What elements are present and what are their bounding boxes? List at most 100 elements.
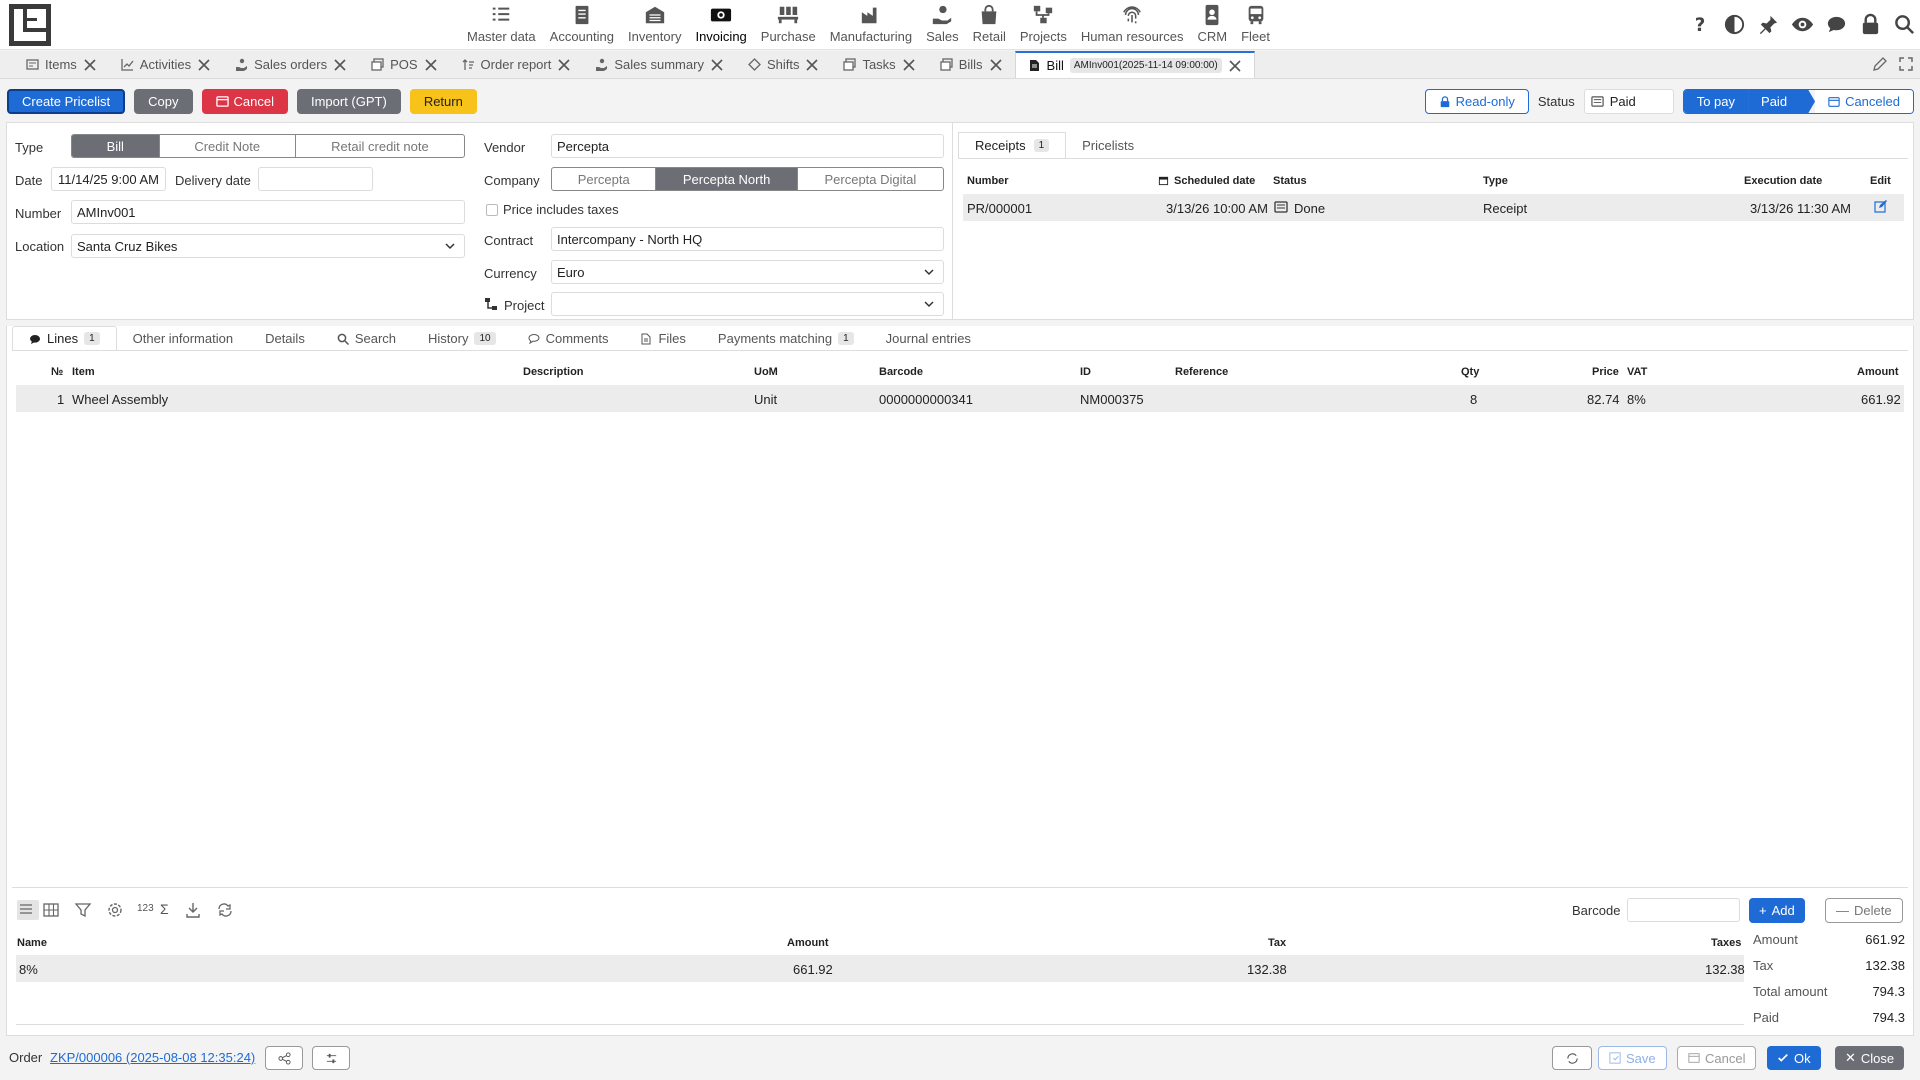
read-only-button[interactable]: Read-only	[1424, 89, 1529, 114]
date-input[interactable]: 11/14/25 9:00 AM	[51, 167, 166, 191]
contract-input[interactable]: Intercompany - North HQ	[551, 227, 944, 251]
type-option-retail-credit-note[interactable]: Retail credit note	[296, 135, 464, 157]
tab-label: Sales summary	[614, 57, 704, 72]
gear-icon[interactable]	[106, 901, 124, 919]
close-tab-icon[interactable]	[805, 58, 819, 72]
add-button[interactable]: + Add	[1749, 898, 1805, 923]
company-option-percepta-north[interactable]: Percepta North	[656, 168, 798, 190]
close-tab-icon[interactable]	[902, 58, 916, 72]
close-tab-icon[interactable]	[1228, 59, 1242, 73]
flow-paid[interactable]: Paid	[1748, 90, 1816, 113]
pin-icon[interactable]	[1757, 13, 1780, 36]
vendor-input[interactable]: Percepta	[551, 134, 944, 158]
delete-button[interactable]: — Delete	[1825, 898, 1903, 923]
tab-history[interactable]: History 10	[412, 326, 512, 351]
chat-icon[interactable]	[1825, 13, 1848, 36]
tab-activities[interactable]: Activities	[109, 51, 223, 78]
create-pricelist-button[interactable]: Create Pricelist	[7, 89, 126, 114]
list-view-icon[interactable]	[17, 900, 39, 920]
company-option-percepta[interactable]: Percepta	[552, 168, 657, 190]
module-human-resources[interactable]: Human resources	[1074, 0, 1191, 50]
tab-items[interactable]: Items	[14, 51, 109, 78]
number-format-toggle[interactable]: 123	[137, 903, 154, 914]
contrast-icon[interactable]	[1723, 13, 1746, 36]
sum-icon[interactable]: Σ	[160, 901, 169, 917]
close-tab-icon[interactable]	[557, 58, 571, 72]
tab-receipts[interactable]: Receipts 1	[958, 132, 1067, 159]
module-sales[interactable]: Sales	[919, 0, 966, 50]
ok-button[interactable]: Ok	[1767, 1046, 1821, 1070]
module-accounting[interactable]: Accounting	[543, 0, 621, 50]
save-button[interactable]: Save	[1598, 1046, 1667, 1070]
module-retail[interactable]: Retail	[966, 0, 1013, 50]
tab-lines[interactable]: Lines 1	[12, 326, 117, 351]
tab-shifts[interactable]: Shifts	[736, 51, 832, 78]
tab-bill-active[interactable]: Bill AMInv001(2025-11-14 09:00:00)	[1014, 51, 1255, 78]
tab-sales-summary[interactable]: Sales summary	[583, 51, 736, 78]
close-button[interactable]: ✕ Close	[1835, 1046, 1905, 1070]
module-crm[interactable]: CRM	[1190, 0, 1234, 50]
return-button[interactable]: Return	[409, 89, 477, 114]
col-price: Price	[1592, 366, 1619, 378]
project-select[interactable]	[551, 292, 944, 316]
table-row[interactable]	[16, 955, 1744, 982]
close-tab-icon[interactable]	[424, 58, 438, 72]
module-master-data[interactable]: Master data	[460, 0, 543, 50]
search-icon[interactable]	[1893, 13, 1916, 36]
help-icon[interactable]: ?	[1689, 13, 1712, 36]
flow-to-pay[interactable]: To pay	[1683, 90, 1749, 113]
tab-files[interactable]: Files	[624, 326, 701, 351]
module-manufacturing[interactable]: Manufacturing	[823, 0, 919, 50]
module-purchase[interactable]: Purchase	[754, 0, 823, 50]
settings-button[interactable]	[312, 1046, 350, 1070]
tab-sales-orders[interactable]: Sales orders	[223, 51, 359, 78]
share-button[interactable]	[265, 1046, 303, 1070]
close-tab-icon[interactable]	[989, 58, 1003, 72]
edit-pencil-icon[interactable]	[1872, 56, 1888, 72]
tab-search[interactable]: Search	[321, 326, 412, 351]
tab-order-report[interactable]: Order report	[450, 51, 584, 78]
order-link[interactable]: ZKP/000006 (2025-08-08 12:35:24)	[50, 1050, 255, 1065]
eye-icon[interactable]	[1791, 13, 1814, 36]
tab-other-information[interactable]: Other information	[117, 326, 249, 351]
tab-pos[interactable]: POS	[359, 51, 449, 78]
type-option-bill[interactable]: Bill	[72, 135, 160, 157]
reload-button[interactable]	[1552, 1046, 1592, 1070]
type-option-credit-note[interactable]: Credit Note	[160, 135, 296, 157]
footer-cancel-button[interactable]: Cancel	[1677, 1046, 1757, 1070]
location-select[interactable]: Santa Cruz Bikes	[71, 234, 465, 258]
price-includes-taxes-checkbox[interactable]	[486, 204, 498, 216]
app-logo[interactable]	[8, 3, 52, 47]
flow-canceled[interactable]: Canceled	[1815, 90, 1913, 113]
refresh-icon[interactable]	[216, 901, 234, 919]
tab-comments[interactable]: Comments	[512, 326, 625, 351]
copy-button[interactable]: Copy	[134, 89, 193, 114]
download-icon[interactable]	[184, 901, 202, 919]
company-option-percepta-digital[interactable]: Percepta Digital	[798, 168, 943, 190]
barcode-input[interactable]	[1627, 898, 1740, 922]
close-tab-icon[interactable]	[197, 58, 211, 72]
module-fleet[interactable]: Fleet	[1234, 0, 1277, 50]
tab-bills[interactable]: Bills	[928, 51, 1015, 78]
tab-details[interactable]: Details	[249, 326, 321, 351]
delivery-date-input[interactable]	[258, 167, 373, 191]
tab-pricelists[interactable]: Pricelists	[1066, 132, 1150, 159]
close-tab-icon[interactable]	[83, 58, 97, 72]
tab-tasks[interactable]: Tasks	[831, 51, 927, 78]
number-input[interactable]: AMInv001	[71, 200, 465, 224]
tab-payments-matching[interactable]: Payments matching 1	[702, 326, 870, 351]
filter-icon[interactable]	[74, 901, 92, 919]
currency-select[interactable]: Euro	[551, 260, 944, 284]
fullscreen-icon[interactable]	[1898, 56, 1914, 72]
grid-view-icon[interactable]	[42, 901, 60, 919]
tab-journal-entries[interactable]: Journal entries	[870, 326, 987, 351]
module-projects[interactable]: Projects	[1013, 0, 1074, 50]
close-tab-icon[interactable]	[333, 58, 347, 72]
cancel-document-button[interactable]: Cancel	[201, 89, 288, 114]
lock-icon[interactable]	[1859, 13, 1882, 36]
import-gpt-button[interactable]: Import (GPT)	[296, 89, 401, 114]
module-invoicing[interactable]: Invoicing	[688, 0, 753, 50]
close-tab-icon[interactable]	[710, 58, 724, 72]
edit-icon[interactable]	[1874, 199, 1888, 213]
module-inventory[interactable]: Inventory	[621, 0, 688, 50]
